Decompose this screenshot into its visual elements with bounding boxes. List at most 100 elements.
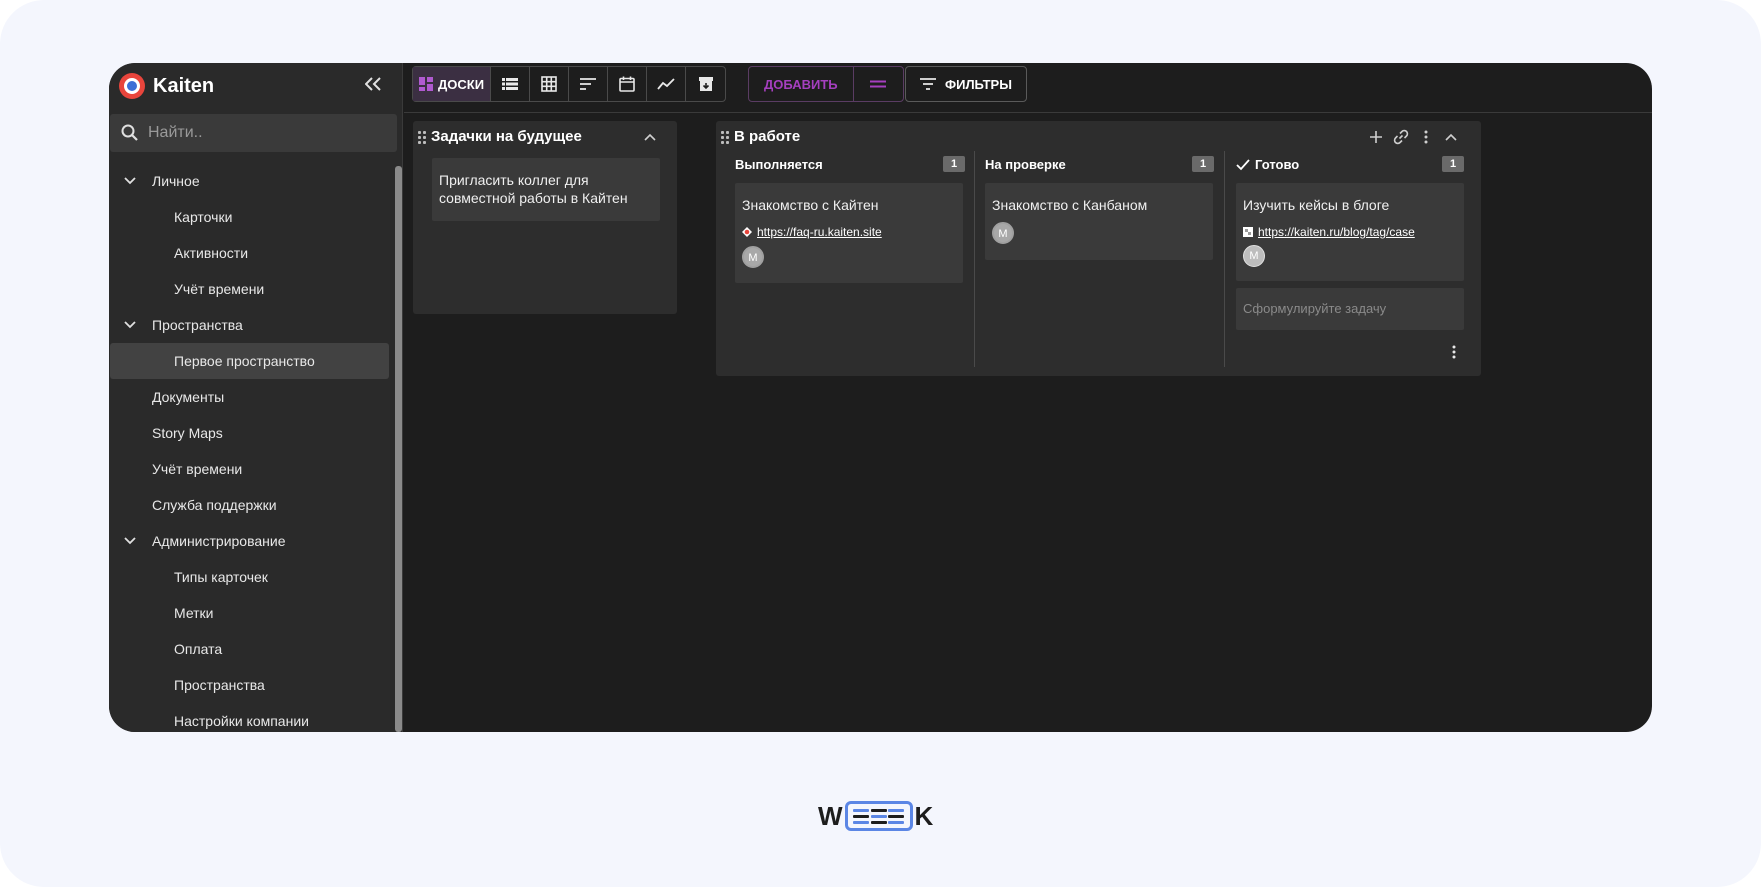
- sidebar-item-label: Оплата: [174, 641, 223, 657]
- sidebar-scrollbar[interactable]: [395, 166, 402, 732]
- column-divider: [974, 151, 975, 367]
- chevron-up-icon[interactable]: [640, 127, 660, 147]
- filter-icon: [920, 78, 936, 90]
- weeek-logo: W K: [818, 800, 933, 832]
- sidebar-item-company-settings[interactable]: Настройки компании: [109, 703, 397, 732]
- add-button[interactable]: ДОБАВИТЬ: [749, 67, 854, 101]
- boards-icon: [419, 77, 433, 91]
- sidebar-item-time-tracking-global[interactable]: Учёт времени: [109, 451, 397, 487]
- search-input[interactable]: [148, 124, 368, 142]
- timeline-icon: [580, 78, 597, 90]
- sidebar-item-label: Учёт времени: [174, 281, 265, 297]
- new-task-input[interactable]: Сформулируйте задачу: [1236, 288, 1464, 330]
- sidebar-item-cards[interactable]: Карточки: [109, 199, 397, 235]
- calendar-icon: [619, 76, 635, 92]
- app-name: Kaiten: [153, 74, 215, 97]
- column-title: Выполняется: [735, 157, 823, 172]
- calendar-view-button[interactable]: [608, 67, 648, 101]
- collapse-sidebar-icon[interactable]: [359, 73, 387, 97]
- sidebar-item-activities[interactable]: Активности: [109, 235, 397, 271]
- avatar: M: [742, 246, 764, 268]
- list-icon: [502, 78, 519, 90]
- reports-view-button[interactable]: [647, 67, 687, 101]
- card-link-text: https://kaiten.ru/blog/tag/case: [1258, 225, 1415, 239]
- sidebar-item-tags[interactable]: Метки: [109, 595, 397, 631]
- sidebar: Kaiten Личное Карточки Активности Учёт в…: [109, 63, 403, 732]
- table-icon: [541, 76, 557, 92]
- boards-view-button[interactable]: ДОСКИ: [413, 67, 492, 101]
- column-count-badge: 1: [1442, 156, 1464, 172]
- archive-view-button[interactable]: [686, 67, 725, 101]
- board-title: В работе: [734, 128, 801, 145]
- sidebar-item-support[interactable]: Служба поддержки: [109, 487, 397, 523]
- view-switcher: ДОСКИ: [412, 66, 727, 102]
- chevron-up-icon[interactable]: [1441, 127, 1461, 147]
- sidebar-item-label: Пространства: [174, 677, 265, 693]
- weeek-logo-right: K: [914, 800, 934, 831]
- card-link-text: https://faq-ru.kaiten.site: [757, 225, 882, 239]
- card[interactable]: Пригласить коллег для совместной работы …: [432, 158, 660, 221]
- kaiten-logo-icon: [119, 73, 145, 99]
- weeek-logo-mark: [844, 801, 913, 831]
- column-count-badge: 1: [943, 156, 965, 172]
- sidebar-item-label: Типы карточек: [174, 569, 268, 585]
- card-title: Знакомство с Кайтен: [742, 197, 879, 213]
- sidebar-item-label: Администрирование: [152, 533, 286, 549]
- chart-line-icon: [657, 78, 675, 90]
- filters-button[interactable]: ФИЛЬТРЫ: [905, 66, 1027, 102]
- sidebar-item-personal[interactable]: Личное: [109, 163, 397, 199]
- sidebar-item-billing[interactable]: Оплата: [109, 631, 397, 667]
- sidebar-item-label: Первое пространство: [174, 353, 315, 369]
- card[interactable]: Изучить кейсы в блоге https://kaiten.ru/…: [1236, 183, 1464, 281]
- kaiten-app-window: Kaiten Личное Карточки Активности Учёт в…: [109, 63, 1652, 732]
- faq-site-icon: [742, 227, 752, 237]
- blog-site-icon: [1243, 227, 1253, 237]
- list-view-button[interactable]: [491, 67, 531, 101]
- sidebar-item-story-maps[interactable]: Story Maps: [109, 415, 397, 451]
- more-vertical-icon[interactable]: [1416, 127, 1436, 147]
- drag-handle-icon[interactable]: [721, 131, 729, 144]
- sidebar-item-label: Пространства: [152, 317, 243, 333]
- timeline-view-button[interactable]: [569, 67, 609, 101]
- avatar: M: [1243, 245, 1265, 267]
- board-in-progress: В работе Выполняется 1 Знакомство с Кайт…: [716, 121, 1481, 376]
- search-icon: [121, 124, 138, 141]
- drag-handle-icon[interactable]: [418, 131, 426, 144]
- board-future-tasks: Задачки на будущее Пригласить коллег для…: [413, 121, 677, 314]
- sidebar-item-label: Метки: [174, 605, 214, 621]
- card-title: Изучить кейсы в блоге: [1243, 197, 1390, 213]
- sidebar-item-label: Учёт времени: [152, 461, 243, 477]
- sidebar-item-administration[interactable]: Администрирование: [109, 523, 397, 559]
- add-menu-button[interactable]: [854, 67, 903, 101]
- column-divider: [1224, 151, 1225, 367]
- board-title: Задачки на будущее: [431, 128, 582, 145]
- brand: Kaiten: [119, 71, 214, 101]
- card-link[interactable]: https://faq-ru.kaiten.site: [742, 223, 882, 241]
- sidebar-item-label: Личное: [152, 173, 200, 189]
- chevron-down-icon: [124, 177, 136, 185]
- link-icon[interactable]: [1391, 127, 1411, 147]
- card[interactable]: Знакомство с Канбаном M: [985, 183, 1213, 260]
- sidebar-item-spaces[interactable]: Пространства: [109, 307, 397, 343]
- sidebar-item-first-space[interactable]: Первое пространство: [110, 343, 389, 379]
- chevron-down-icon: [124, 537, 136, 545]
- sidebar-item-documents[interactable]: Документы: [109, 379, 397, 415]
- plus-icon[interactable]: [1366, 127, 1386, 147]
- sidebar-item-label: Документы: [152, 389, 225, 405]
- card[interactable]: Знакомство с Кайтен https://faq-ru.kaite…: [735, 183, 963, 283]
- filters-label: ФИЛЬТРЫ: [945, 76, 1012, 92]
- add-button-group: ДОБАВИТЬ: [748, 66, 904, 102]
- sidebar-item-card-types[interactable]: Типы карточек: [109, 559, 397, 595]
- card-link[interactable]: https://kaiten.ru/blog/tag/case: [1243, 223, 1415, 241]
- column-title: Готово: [1236, 157, 1299, 172]
- sidebar-item-admin-spaces[interactable]: Пространства: [109, 667, 397, 703]
- sidebar-item-time-tracking[interactable]: Учёт времени: [109, 271, 397, 307]
- avatar: M: [992, 222, 1014, 244]
- column-count-badge: 1: [1192, 156, 1214, 172]
- check-icon: [1236, 158, 1250, 170]
- table-view-button[interactable]: [530, 67, 570, 101]
- more-vertical-icon[interactable]: [1444, 342, 1464, 362]
- column-title: На проверке: [985, 157, 1066, 172]
- weeek-logo-left: W: [818, 800, 843, 831]
- column-title-text: Готово: [1255, 157, 1300, 172]
